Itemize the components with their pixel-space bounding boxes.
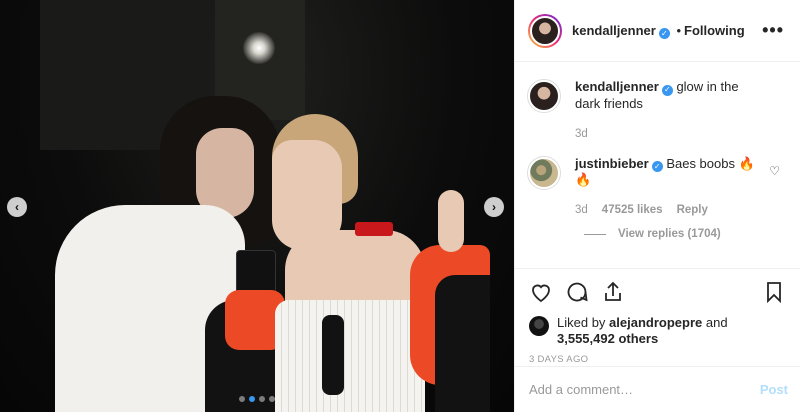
more-icon[interactable]: •••: [762, 20, 784, 41]
carousel-dot: [239, 396, 245, 402]
post-side-panel: kendalljenner ✓ • Following ••• kendalljen…: [514, 0, 800, 412]
author-username[interactable]: kendalljenner: [572, 23, 656, 38]
action-bar: [529, 279, 786, 305]
carousel-dot: [269, 396, 275, 402]
post-header: kendalljenner ✓ • Following •••: [515, 0, 800, 62]
chevron-right-icon[interactable]: ›: [484, 197, 504, 217]
verified-icon: ✓: [661, 84, 673, 96]
replies-divider: [584, 233, 606, 235]
share-icon[interactable]: [601, 280, 625, 304]
caption-meta: 3d: [575, 126, 765, 142]
reply-button[interactable]: Reply: [677, 202, 708, 218]
likes-prefix: Liked by: [557, 315, 606, 330]
author-line: kendalljenner ✓ • Following: [572, 23, 745, 39]
comment-body: justinbieber ✓ Baes boobs 🔥 🔥 3d 47525 li…: [575, 156, 765, 219]
caption-time[interactable]: 3d: [575, 126, 588, 142]
view-replies-button[interactable]: View replies (1704): [584, 228, 784, 240]
following-button[interactable]: Following: [684, 23, 745, 38]
likes-text: Liked by alejandropepre and 3,555,492 ot…: [557, 315, 728, 347]
post-button[interactable]: Post: [760, 382, 788, 397]
caption-username[interactable]: kendalljenner: [575, 79, 659, 94]
comment-text: Baes boobs: [666, 155, 735, 171]
photo-jacket-right-black: [435, 275, 490, 412]
caption-body: kendalljenner ✓ glow in the dark friends …: [575, 79, 765, 142]
carousel-dot-active: [249, 396, 255, 402]
post-timestamp[interactable]: 3 DAYS AGO: [529, 354, 786, 365]
comments-list: kendalljenner ✓ glow in the dark friends …: [515, 63, 800, 268]
verified-icon: ✓: [658, 27, 670, 39]
caption-avatar[interactable]: [527, 79, 561, 113]
comment-meta: 3d 47525 likes Reply: [575, 202, 765, 218]
post-photo[interactable]: ‹ ›: [0, 0, 514, 412]
fire-emoji: 🔥: [575, 172, 592, 187]
carousel-dot: [259, 396, 265, 402]
commenter-avatar[interactable]: [527, 155, 561, 190]
view-replies-label: View replies (1704): [618, 228, 721, 240]
comment-composer: Post: [515, 366, 800, 412]
photo-raised-hand: [438, 190, 464, 252]
liker-avatar[interactable]: [529, 316, 549, 336]
separator-dot: •: [676, 22, 681, 38]
caption-comment: kendalljenner ✓ glow in the dark friends …: [527, 79, 784, 142]
post-actions-section: Liked by alejandropepre and 3,555,492 ot…: [515, 268, 800, 365]
bookmark-icon[interactable]: [762, 280, 786, 304]
photo-person-right-top: [275, 300, 425, 412]
comment-heart-icon[interactable]: ♡: [769, 164, 780, 178]
commenter-username[interactable]: justinbieber: [575, 156, 649, 171]
author-avatar[interactable]: [528, 13, 562, 48]
comment-icon[interactable]: [565, 280, 589, 304]
comment-input[interactable]: [529, 382, 760, 397]
heart-icon[interactable]: [529, 280, 553, 304]
likes-others[interactable]: 3,555,492 others: [557, 331, 658, 346]
list-item: justinbieber ✓ Baes boobs 🔥 🔥 3d 47525 li…: [527, 155, 784, 219]
carousel-indicator: [239, 396, 275, 402]
comment-likes[interactable]: 47525 likes: [602, 202, 663, 218]
verified-icon: ✓: [651, 161, 663, 172]
photo-red-cup: [355, 222, 393, 236]
fire-emoji: 🔥: [738, 155, 755, 171]
photo-light: [243, 32, 275, 64]
photo-sunglasses: [322, 315, 344, 395]
likes-conj: and: [705, 315, 728, 330]
comment-time[interactable]: 3d: [575, 202, 588, 218]
liker-username[interactable]: alejandropepre: [609, 315, 702, 330]
likes-summary: Liked by alejandropepre and 3,555,492 ot…: [529, 315, 786, 347]
chevron-left-icon[interactable]: ‹: [7, 197, 27, 217]
